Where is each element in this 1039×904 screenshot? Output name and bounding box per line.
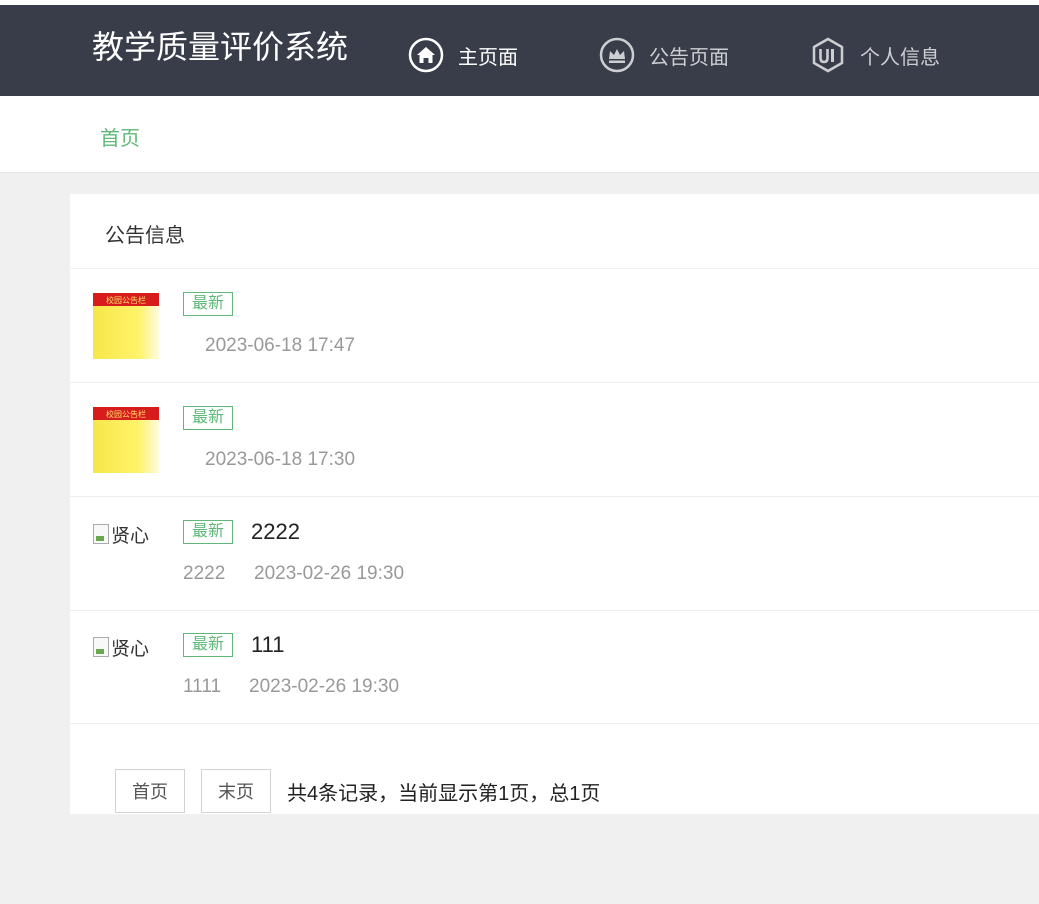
broken-image[interactable]: 贤心 (93, 521, 149, 547)
nav-profile-label: 个人信息 (860, 46, 940, 69)
card-header: 公告信息 (70, 194, 1039, 269)
image-alt-text: 贤心 (111, 525, 150, 547)
ui-icon (812, 37, 844, 73)
notice-board-image[interactable]: 校园公告栏 (93, 407, 159, 473)
nav-notice-label: 公告页面 (649, 46, 729, 69)
nav-home[interactable]: 主页面 (408, 35, 518, 75)
badge-new: 最新 (183, 406, 234, 430)
nav-profile[interactable]: 个人信息 (810, 35, 940, 75)
notice-date: 2023-02-26 19:30 (254, 563, 405, 584)
notice-card: 公告信息 校园公告栏 最新 2023-06-18 17:47 校园公告栏 最新 … (70, 194, 1039, 814)
broken-image-icon (93, 637, 109, 657)
notice-date: 2023-06-18 17:30 (205, 449, 356, 470)
notice-date: 2023-02-26 19:30 (249, 676, 400, 697)
notice-board-image-text: 校园公告栏 (106, 409, 146, 419)
badge-new: 最新 (183, 633, 234, 657)
nav-notice[interactable]: 公告页面 (599, 35, 729, 75)
list-item[interactable]: 校园公告栏 最新 2023-06-18 17:47 (70, 269, 1039, 383)
notice-title[interactable]: 111 (251, 632, 284, 658)
card-title: 公告信息 (105, 225, 185, 247)
home-icon (408, 37, 444, 73)
image-alt-text: 贤心 (111, 638, 150, 660)
list-item[interactable]: 贤心 最新 111 1111 2023-02-26 19:30 (70, 610, 1039, 724)
notice-title[interactable]: 2222 (251, 519, 300, 545)
nav-home-label: 主页面 (458, 46, 518, 69)
list-item[interactable]: 贤心 最新 2222 2222 2023-02-26 19:30 (70, 497, 1039, 611)
badge-new: 最新 (183, 292, 234, 316)
pagination-info: 共4条记录，当前显示第1页，总1页 (287, 782, 601, 805)
list-item[interactable]: 校园公告栏 最新 2023-06-18 17:30 (70, 383, 1039, 497)
notice-summary: 2222 (183, 563, 226, 584)
broken-image[interactable]: 贤心 (93, 634, 149, 660)
badge-new: 最新 (183, 520, 234, 544)
app-title: 教学质量评价系统 (92, 29, 349, 65)
notice-date: 2023-06-18 17:47 (205, 335, 356, 356)
broken-image-icon (93, 524, 109, 544)
breadcrumb-home[interactable]: 首页 (100, 122, 140, 151)
first-page-button[interactable]: 首页 (115, 769, 185, 813)
notice-summary: 1111 (183, 676, 222, 697)
crown-icon (599, 37, 635, 73)
notice-board-image-text: 校园公告栏 (106, 295, 146, 305)
pagination: 首页 末页 共4条记录，当前显示第1页，总1页 (115, 769, 600, 813)
last-page-button[interactable]: 末页 (201, 769, 271, 813)
breadcrumb-bar: 首页 (0, 96, 1039, 173)
notice-board-image[interactable]: 校园公告栏 (93, 293, 159, 359)
top-navbar: 教学质量评价系统 主页面 公告页面 个人信息 (0, 5, 1039, 96)
